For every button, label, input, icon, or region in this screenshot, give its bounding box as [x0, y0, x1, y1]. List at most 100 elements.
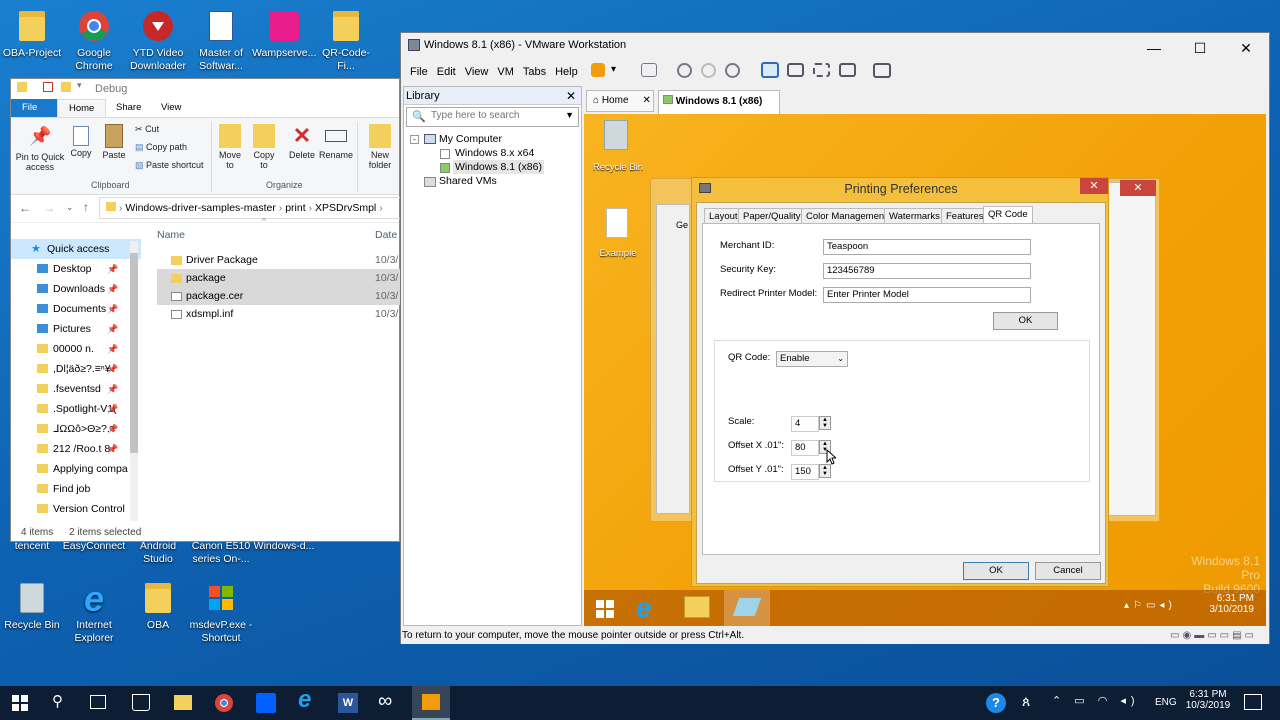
breadcrumb-item[interactable]: XPSDrvSmpl — [315, 202, 376, 214]
guest-start-icon[interactable] — [596, 600, 614, 618]
guest-explorer-icon[interactable] — [684, 596, 710, 618]
copy-to-button[interactable]: Copy to — [249, 124, 279, 170]
help-icon[interactable]: ? — [986, 693, 1006, 713]
desktop-icon-ytd[interactable]: YTD Video Downloader — [126, 8, 190, 73]
nav-item[interactable]: 00000 n. 📌 — [11, 339, 141, 359]
chrome-icon[interactable] — [214, 693, 234, 713]
console-view-icon[interactable] — [873, 63, 891, 78]
copy-path-button[interactable]: ▤ Copy path — [135, 142, 187, 153]
rename-button[interactable]: Rename — [319, 124, 353, 160]
edge-icon[interactable]: e — [298, 686, 311, 714]
desktop-icon-master[interactable]: Master of Softwar... — [189, 8, 253, 73]
offset-y-stepper[interactable]: ▲ ▼ — [819, 464, 831, 478]
tree-vm-win8x64[interactable]: Windows 8.x x64 — [455, 147, 534, 159]
search-input[interactable] — [431, 110, 561, 121]
word-icon[interactable]: W — [338, 693, 358, 713]
nav-item[interactable]: .Spotlight-V1(📌 — [11, 399, 141, 419]
quick-access-dropdown-icon[interactable]: ▾ — [77, 80, 82, 91]
tab-layout[interactable]: Layout — [704, 208, 743, 224]
tab-vm-win81[interactable]: Windows 8.1 (x86) — [658, 90, 780, 114]
guest-tray-icons[interactable]: ▴⚐▭◂) — [1124, 600, 1176, 611]
column-header-name[interactable]: Name — [157, 229, 185, 241]
taskbar-clock[interactable]: 6:31 PM 10/3/2019 — [1180, 689, 1236, 711]
tab-file[interactable]: File — [11, 99, 57, 117]
guest-clock[interactable]: 6:31 PM 3/10/2019 — [1204, 593, 1255, 615]
dropbox-icon[interactable] — [256, 693, 276, 713]
nav-scrollbar-thumb[interactable] — [130, 253, 138, 453]
close-library-icon[interactable]: ✕ — [566, 87, 576, 105]
tree-my-computer[interactable]: My Computer — [439, 133, 502, 145]
thumbnail-bar-icon[interactable] — [787, 63, 804, 77]
tree-collapse-icon[interactable]: - — [410, 135, 419, 144]
merchant-id-field[interactable]: Teaspoon — [823, 239, 1031, 255]
language-indicator[interactable]: ENG — [1155, 697, 1177, 708]
send-ctrl-alt-del-icon[interactable] — [641, 63, 657, 77]
tab-qr-code[interactable]: QR Code — [983, 206, 1033, 224]
people-icon[interactable]: ጰ — [1022, 693, 1030, 710]
desktop-icon-qr-code[interactable]: QR-Code-Fi... — [314, 8, 378, 73]
start-icon[interactable] — [12, 695, 28, 711]
nav-item[interactable]: Find job — [11, 479, 141, 499]
nav-item[interactable]: Documents 📌 — [11, 299, 141, 319]
guest-ie-icon[interactable]: e — [636, 592, 652, 624]
tab-color-management[interactable]: Color Management — [801, 208, 892, 224]
show-library-icon[interactable] — [761, 62, 779, 78]
breadcrumb-item[interactable]: print — [285, 202, 305, 214]
tab-home[interactable]: Home — [57, 99, 107, 117]
device-status-icons[interactable]: ▭◉▬▭▭▤▭ — [1170, 628, 1257, 644]
full-screen-icon[interactable] — [813, 63, 830, 77]
desktop-icon-ie[interactable]: e Internet Explorer — [62, 580, 126, 645]
qr-code-select[interactable]: Enable ⌄ — [776, 351, 848, 367]
task-view-icon[interactable] — [90, 695, 106, 709]
settings-ok-button[interactable]: OK — [993, 312, 1058, 330]
new-folder-icon[interactable] — [61, 82, 71, 92]
scale-stepper[interactable]: ▲ ▼ — [819, 416, 831, 430]
desktop-icon-msdevp[interactable]: msdevP.exe - Shortcut — [189, 580, 253, 645]
close-icon[interactable]: ✕ — [1223, 33, 1269, 63]
menu-file[interactable]: File — [410, 66, 428, 78]
desktop-icon-chrome[interactable]: Google Chrome — [62, 8, 126, 73]
menu-edit[interactable]: Edit — [437, 66, 456, 78]
column-header-date[interactable]: Date m — [375, 229, 401, 241]
recent-locations-chevron-icon[interactable]: ⌄ — [66, 202, 74, 213]
offset-y-field[interactable]: 150 — [791, 464, 819, 480]
nav-item[interactable]: Downloads 📌 — [11, 279, 141, 299]
power-dropdown-icon[interactable]: ▾ — [611, 64, 621, 84]
background-close-icon[interactable]: ✕ — [1120, 180, 1156, 196]
nav-item[interactable]: ᒧΩΩô>Θ≥?.≡ 📌 — [11, 419, 141, 439]
scale-field[interactable]: 4 — [791, 416, 819, 432]
menu-vm[interactable]: VM — [497, 66, 514, 78]
library-search[interactable]: 🔍 ▼ — [406, 107, 579, 127]
forward-arrow-icon[interactable]: → — [43, 201, 55, 215]
maximize-icon[interactable]: ☐ — [1177, 33, 1223, 63]
properties-icon[interactable] — [43, 82, 53, 92]
tree-vm-win81-x86[interactable]: Windows 8.1 (x86) — [453, 160, 544, 174]
action-center-icon[interactable] — [1244, 694, 1262, 710]
menu-view[interactable]: View — [465, 66, 489, 78]
file-row[interactable]: package 10/3/ — [157, 269, 401, 287]
guest-recycle-bin-label[interactable]: Recycle Bin — [590, 162, 646, 173]
desktop-icon-oba[interactable]: OBA — [126, 580, 190, 632]
nav-item[interactable]: 212 /Roo.t 8 📌 — [11, 439, 141, 459]
redirect-printer-field[interactable]: Enter Printer Model — [823, 287, 1031, 303]
dialog-ok-button[interactable]: OK — [963, 562, 1029, 580]
nav-item[interactable]: Desktop 📌 — [11, 259, 141, 279]
file-row[interactable]: package.cer 10/3/ — [157, 287, 401, 305]
desktop-icon-recycle-bin[interactable]: Recycle Bin — [0, 580, 64, 632]
tab-paper-quality[interactable]: Paper/Quality — [738, 208, 806, 224]
breadcrumb-item[interactable]: Windows-driver-samples-master — [125, 202, 276, 214]
tree-shared-vms[interactable]: Shared VMs — [439, 175, 497, 187]
desktop-icon-wamp[interactable]: Wampserve... — [252, 8, 316, 60]
dialog-close-icon[interactable]: ✕ — [1080, 178, 1108, 194]
tab-features[interactable]: Features — [941, 208, 989, 224]
pin-quick-access-button[interactable]: 📌 Pin to Quick access — [13, 126, 67, 172]
tab-share[interactable]: Share — [105, 99, 152, 117]
desktop-icon-android-studio[interactable]: Android Studio — [126, 540, 190, 566]
file-explorer-icon[interactable] — [174, 695, 192, 710]
security-key-field[interactable]: 123456789 — [823, 263, 1031, 279]
guest-active-app[interactable] — [724, 590, 770, 626]
nav-item[interactable]: Applying compa — [11, 459, 141, 479]
nav-item[interactable]: Version Control — [11, 499, 141, 519]
delete-button[interactable]: ✕ Delete — [287, 124, 317, 161]
nav-item[interactable]: ,Dl¦äð≥?.≡ⁿ¥ 📌 — [11, 359, 141, 379]
